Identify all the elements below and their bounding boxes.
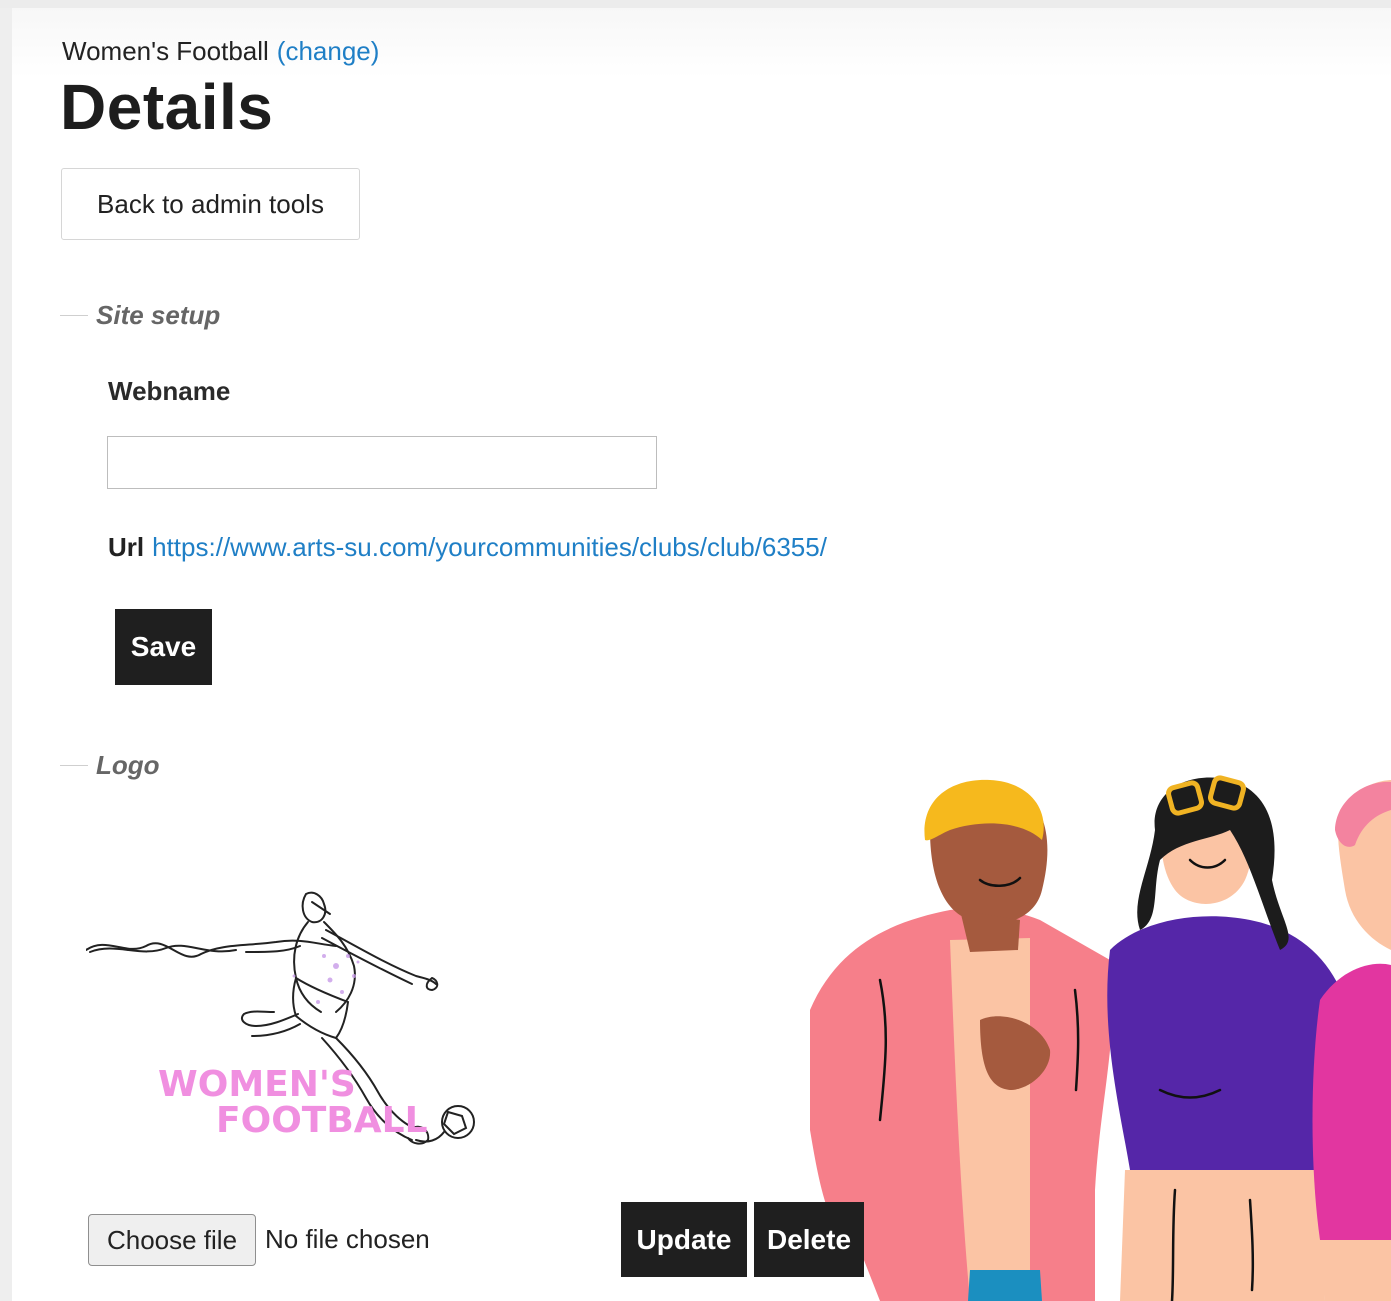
page-title: Details [60, 71, 274, 143]
legend-rule [60, 315, 88, 316]
back-to-admin-tools-button[interactable]: Back to admin tools [61, 168, 360, 240]
person3-pants [1320, 1240, 1391, 1301]
logo-legend-text: Logo [96, 750, 160, 780]
save-button[interactable]: Save [115, 609, 212, 685]
club-name: Women's Football [62, 36, 269, 66]
url-label: Url [108, 532, 145, 562]
logo-legend: Logo [60, 750, 160, 781]
club-url-link[interactable]: https://www.arts-su.com/yourcommunities/… [152, 532, 827, 562]
webname-label: Webname [108, 376, 231, 406]
site-setup-legend: Site setup [60, 300, 220, 331]
no-file-chosen-text: No file chosen [265, 1224, 430, 1254]
webname-input[interactable] [107, 436, 657, 489]
site-setup-legend-text: Site setup [96, 300, 221, 330]
person3-top [1312, 963, 1391, 1240]
club-logo-image: WOMEN'S FOOTBALL [85, 806, 484, 1200]
logo-text-women: WOMEN'S [158, 1064, 356, 1105]
person2-top [1107, 916, 1345, 1170]
change-club-link[interactable]: (change) [277, 36, 380, 66]
person1-jeans [968, 1270, 1042, 1301]
people-illustration [810, 775, 1391, 1301]
legend-rule [60, 765, 88, 766]
top-strip [0, 0, 1391, 8]
url-row: Url https://www.arts-su.com/yourcommuniti… [108, 532, 827, 563]
choose-file-button[interactable]: Choose file [88, 1214, 256, 1266]
breadcrumb: Women's Football (change) [62, 36, 379, 67]
update-button[interactable]: Update [621, 1202, 747, 1277]
delete-button[interactable]: Delete [754, 1202, 864, 1277]
person2-pants [1120, 1170, 1325, 1301]
logo-text-football: FOOTBALL [216, 1100, 428, 1141]
footballer-line-drawing: WOMEN'S FOOTBALL [85, 891, 475, 1145]
